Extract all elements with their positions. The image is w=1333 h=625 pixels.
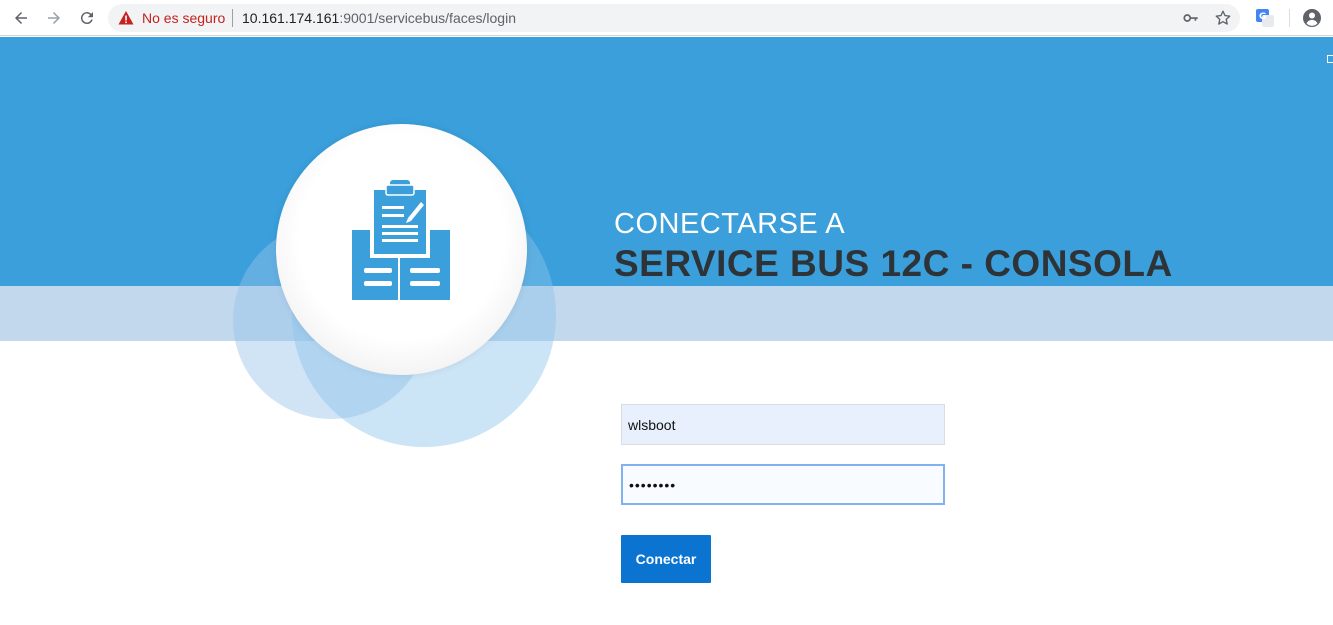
reload-button[interactable] bbox=[75, 6, 99, 30]
corner-marker bbox=[1327, 55, 1333, 63]
back-icon bbox=[15, 12, 27, 24]
header-band bbox=[0, 286, 1333, 341]
login-button[interactable]: Conectar bbox=[621, 535, 711, 583]
forward-icon bbox=[48, 12, 60, 24]
back-button[interactable] bbox=[9, 6, 33, 30]
url-separator bbox=[232, 9, 233, 27]
forward-button[interactable] bbox=[42, 6, 66, 30]
username-input[interactable]: wlsboot bbox=[621, 404, 945, 445]
url-path: :9001/servicebus/faces/login bbox=[339, 10, 516, 26]
clipboard-documents-icon bbox=[352, 180, 450, 300]
svg-text:G: G bbox=[1259, 12, 1266, 22]
url-host: 10.161.174.161 bbox=[242, 10, 340, 26]
url-text[interactable]: 10.161.174.161:9001/servicebus/faces/log… bbox=[242, 10, 516, 26]
warning-icon bbox=[118, 11, 134, 25]
security-warning[interactable]: No es seguro bbox=[142, 10, 225, 26]
browser-toolbar: No es seguro 10.161.174.161:9001/service… bbox=[0, 0, 1333, 36]
account-icon[interactable] bbox=[1302, 8, 1322, 28]
toolbar-divider bbox=[1289, 9, 1290, 27]
translate-icon[interactable]: G bbox=[1255, 8, 1275, 28]
address-bar[interactable]: No es seguro 10.161.174.161:9001/service… bbox=[108, 4, 1240, 32]
password-input[interactable]: •••••••• bbox=[621, 464, 945, 505]
page-title: SERVICE BUS 12C - CONSOLA bbox=[614, 243, 1173, 284]
star-icon[interactable] bbox=[1214, 9, 1232, 27]
page-subtitle: CONECTARSE A bbox=[614, 208, 846, 240]
reload-icon bbox=[80, 12, 93, 25]
key-icon[interactable] bbox=[1182, 9, 1200, 27]
